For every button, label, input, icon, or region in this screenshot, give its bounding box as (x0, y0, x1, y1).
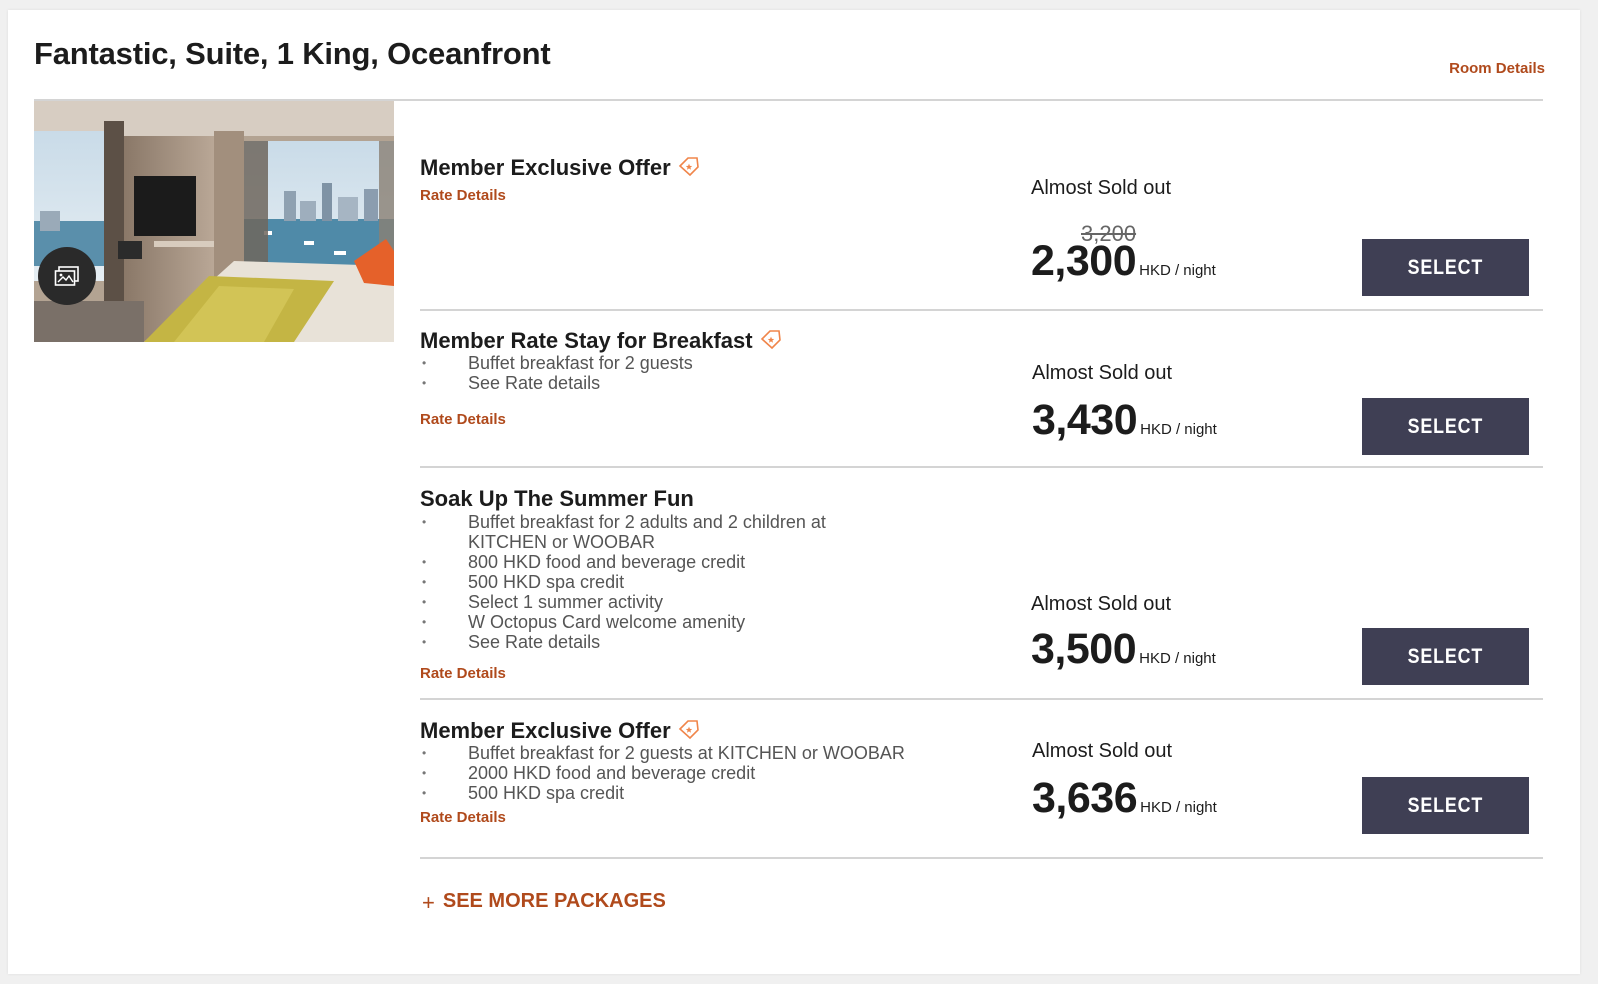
see-more-label: SEE MORE PACKAGES (442, 890, 666, 912)
rate-row: Member Exclusive Offer Rate Details Almo… (420, 101, 1543, 311)
see-more-packages-link[interactable]: + SEE MORE PACKAGES (422, 887, 666, 915)
rate-details-link[interactable]: Rate Details (420, 665, 506, 682)
benefit-item: See Rate details (420, 373, 938, 393)
price-unit: HKD / night (1140, 421, 1217, 438)
benefit-item: Buffet breakfast for 2 adults and 2 chil… (420, 512, 848, 552)
price: 3,500 (1031, 625, 1137, 673)
price-unit: HKD / night (1139, 262, 1216, 279)
select-button[interactable]: SELECT (1362, 777, 1529, 834)
rate-name-label: Member Rate Stay for Breakfast (420, 327, 753, 353)
rate-name: Member Exclusive Offer (420, 154, 701, 184)
rate-name-label: Member Exclusive Offer (420, 154, 671, 180)
price: 3,430 (1032, 396, 1138, 444)
divider (420, 857, 1543, 859)
price: 3,636 (1032, 774, 1138, 822)
availability-status: Almost Sold out (1031, 177, 1172, 199)
rate-name: Soak Up The Summer Fun (420, 486, 694, 512)
benefits-list: Buffet breakfast for 2 adults and 2 chil… (420, 512, 938, 652)
rate-details-link[interactable]: Rate Details (420, 187, 506, 204)
benefit-item: 500 HKD spa credit (420, 783, 938, 803)
benefit-item: Select 1 summer activity (420, 592, 938, 612)
room-title: Fantastic, Suite, 1 King, Oceanfront (34, 36, 551, 71)
benefit-item: 800 HKD food and beverage credit (420, 552, 938, 572)
price-line: 3,430 HKD / night (1032, 396, 1217, 445)
benefit-item: W Octopus Card welcome amenity (420, 612, 938, 632)
rate-details-link[interactable]: Rate Details (420, 411, 506, 428)
room-card: Fantastic, Suite, 1 King, Oceanfront Roo… (8, 10, 1580, 974)
benefits-list: Buffet breakfast for 2 guests at KITCHEN… (420, 743, 938, 803)
plus-icon: + (422, 890, 435, 915)
benefit-item: Buffet breakfast for 2 guests (420, 353, 938, 373)
member-tag-icon (677, 155, 701, 185)
rate-details-link[interactable]: Rate Details (420, 809, 506, 826)
benefit-item: 2000 HKD food and beverage credit (420, 763, 938, 783)
select-button-label: SELECT (1407, 793, 1484, 817)
price-unit: HKD / night (1140, 799, 1217, 816)
photos-icon (54, 266, 79, 286)
benefits-list: Buffet breakfast for 2 guests See Rate d… (420, 353, 938, 393)
price-line: 3,636 HKD / night (1032, 774, 1217, 823)
benefit-item: 500 HKD spa credit (420, 572, 938, 592)
benefit-item: See Rate details (420, 632, 938, 652)
room-photo[interactable] (34, 101, 394, 342)
rate-name-label: Soak Up The Summer Fun (420, 486, 694, 511)
price-line: 3,500 HKD / night (1031, 625, 1216, 674)
availability-status: Almost Sold out (1032, 362, 1173, 384)
select-button-label: SELECT (1407, 414, 1484, 438)
rate-name-label: Member Exclusive Offer (420, 717, 671, 743)
select-button-label: SELECT (1407, 255, 1484, 279)
price-line: 2,300 HKD / night (1031, 237, 1216, 286)
select-button[interactable]: SELECT (1362, 398, 1529, 455)
room-details-link[interactable]: Room Details (1449, 60, 1545, 77)
availability-status: Almost Sold out (1031, 593, 1172, 615)
select-button-label: SELECT (1407, 644, 1484, 668)
benefit-item: Buffet breakfast for 2 guests at KITCHEN… (420, 743, 938, 763)
room-photo-image (34, 101, 394, 342)
rate-row: Soak Up The Summer Fun Buffet breakfast … (420, 468, 1543, 700)
gallery-icon[interactable] (38, 247, 96, 305)
select-button[interactable]: SELECT (1362, 239, 1529, 296)
price: 2,300 (1031, 237, 1137, 285)
rate-row: Member Exclusive Offer Buffet breakfast … (420, 700, 1543, 859)
select-button[interactable]: SELECT (1362, 628, 1529, 685)
price-unit: HKD / night (1139, 650, 1216, 667)
rate-row: Member Rate Stay for Breakfast Buffet br… (420, 311, 1543, 468)
availability-status: Almost Sold out (1032, 740, 1173, 762)
